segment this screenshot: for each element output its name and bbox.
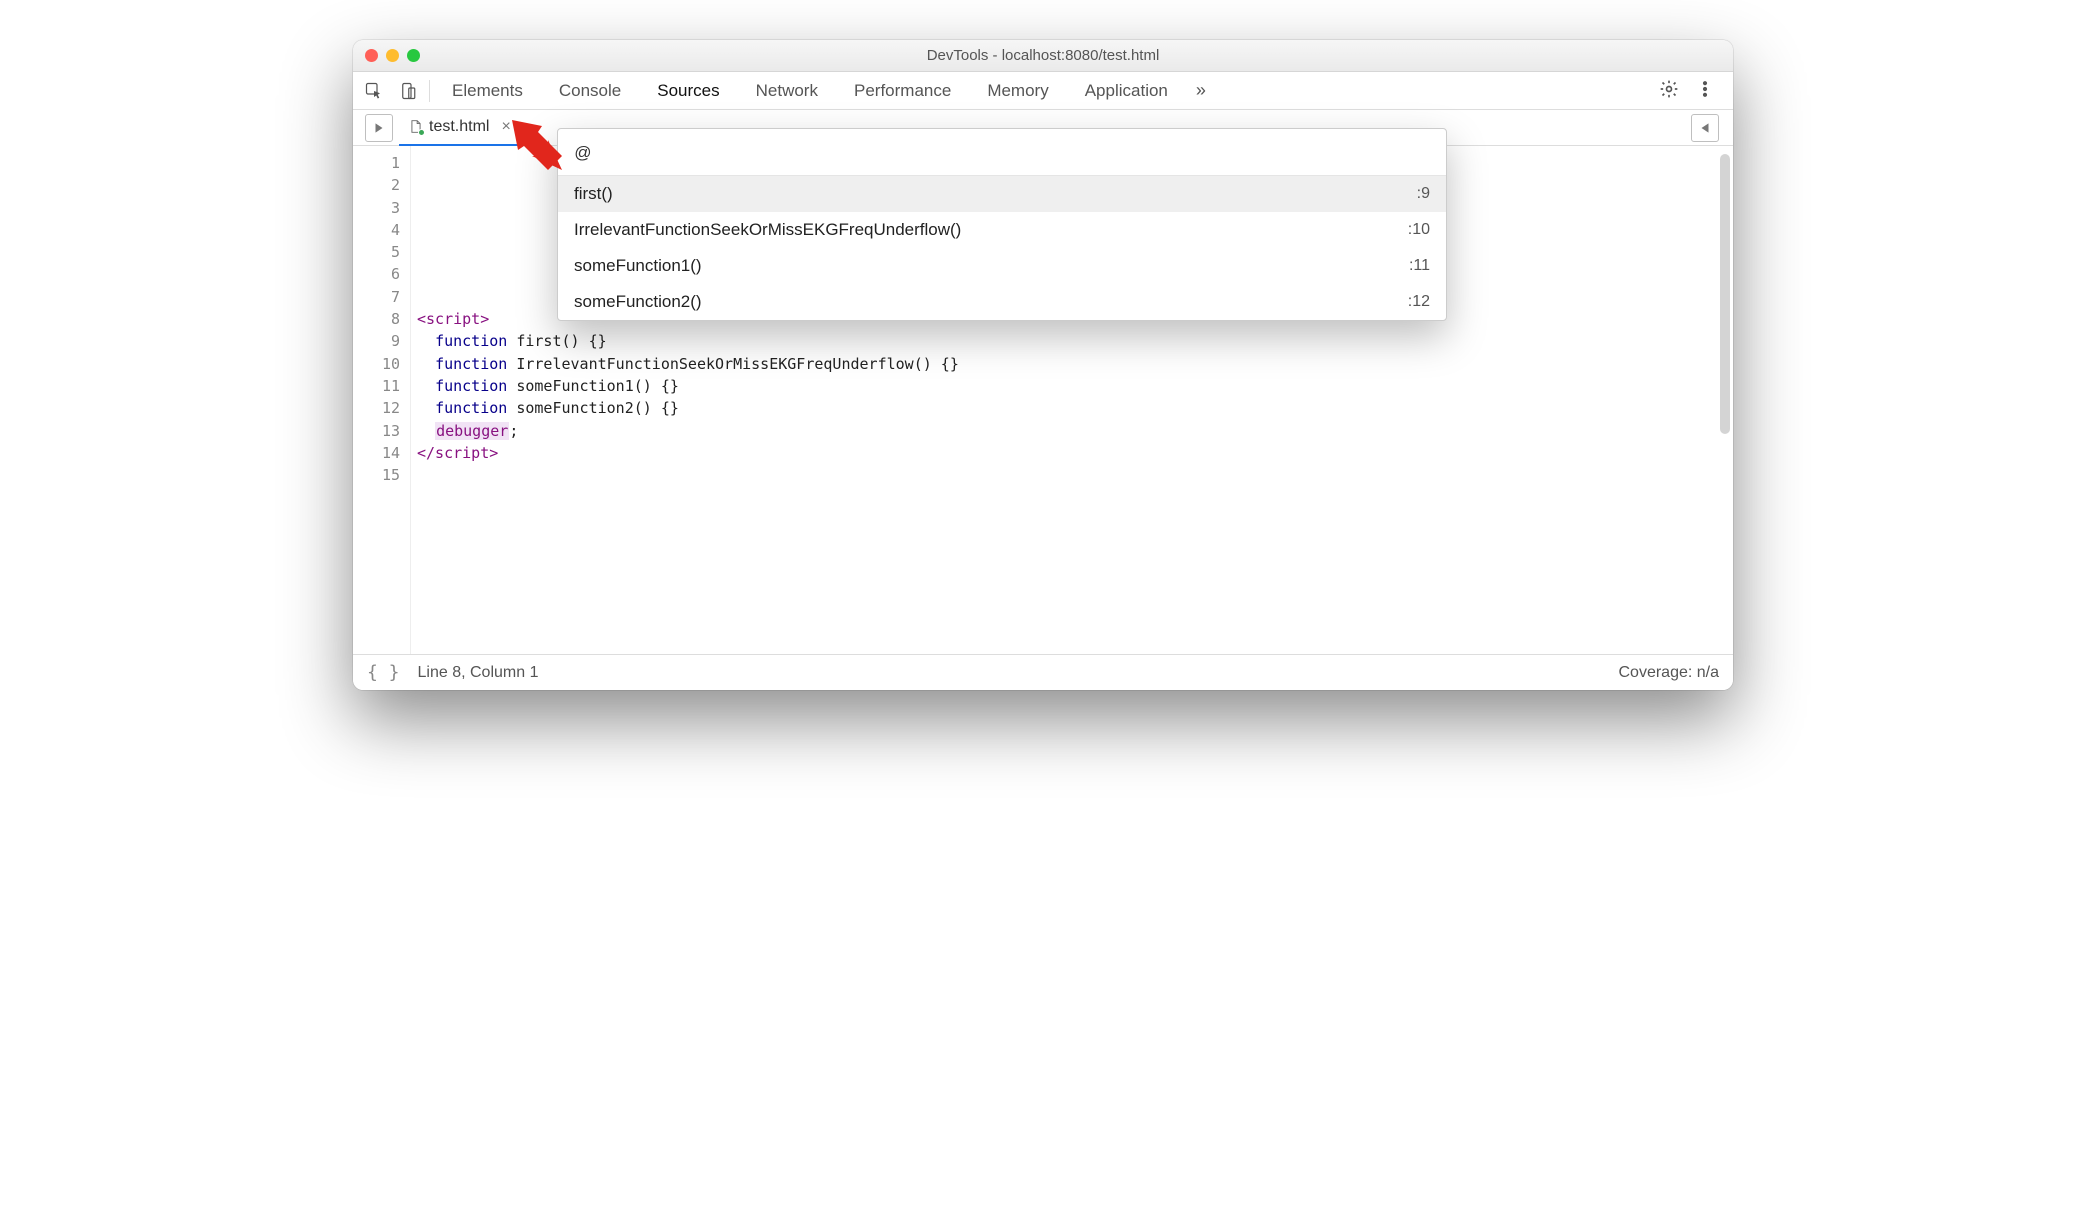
line-gutter: 123456789101112131415 [353,146,411,654]
coverage-status: Coverage: n/a [1618,664,1719,682]
pretty-print-icon[interactable]: { } [367,662,400,683]
quick-open-item-location: :12 [1408,293,1430,311]
navigator-toggle-icon[interactable] [365,114,393,142]
tab-memory[interactable]: Memory [969,72,1066,110]
inspect-element-icon[interactable] [357,72,391,110]
quick-open-item-location: :9 [1417,185,1430,203]
quick-open-item-location: :11 [1409,257,1430,275]
quick-open-item[interactable]: first() :9 [558,176,1446,212]
file-tab-label: test.html [429,118,489,136]
separator [429,80,430,102]
settings-icon[interactable] [1659,79,1679,102]
tab-network[interactable]: Network [738,72,836,110]
more-tabs-icon[interactable]: » [1196,80,1206,101]
quick-open-input[interactable]: @ [558,129,1446,176]
minimize-window-button[interactable] [386,49,399,62]
quick-open-item-location: :10 [1408,221,1430,239]
devtools-tabbar: ElementsConsoleSourcesNetworkPerformance… [353,72,1733,110]
window-title: DevTools - localhost:8080/test.html [353,47,1733,64]
close-window-button[interactable] [365,49,378,62]
quick-open-popover: @ first() :9 IrrelevantFunctionSeekOrMissE… [557,128,1447,321]
tab-elements[interactable]: Elements [434,72,541,110]
quick-open-item-label: IrrelevantFunctionSeekOrMissEKGFreqUnder… [574,220,961,240]
devtools-window: DevTools - localhost:8080/test.html Elem… [353,40,1733,690]
tab-performance[interactable]: Performance [836,72,969,110]
traffic-lights [353,49,420,62]
quick-open-item[interactable]: someFunction1() :11 [558,248,1446,284]
device-toolbar-icon[interactable] [391,72,425,110]
quick-open-item[interactable]: someFunction2() :12 [558,284,1446,320]
debugger-pane-toggle-icon[interactable] [1691,114,1719,142]
quick-open-item[interactable]: IrrelevantFunctionSeekOrMissEKGFreqUnder… [558,212,1446,248]
quick-open-results: first() :9 IrrelevantFunctionSeekOrMissEKG… [558,176,1446,320]
quick-open-item-label: someFunction2() [574,292,702,312]
zoom-window-button[interactable] [407,49,420,62]
tab-application[interactable]: Application [1067,72,1186,110]
cursor-position: Line 8, Column 1 [418,664,539,682]
scrollbar-thumb[interactable] [1720,154,1730,434]
tab-console[interactable]: Console [541,72,639,110]
kebab-menu-icon[interactable] [1695,79,1715,102]
titlebar: DevTools - localhost:8080/test.html [353,40,1733,72]
tab-sources[interactable]: Sources [639,72,737,110]
quick-open-item-label: someFunction1() [574,256,702,276]
file-icon [409,119,423,134]
quick-open-item-label: first() [574,184,613,204]
status-bar: { } Line 8, Column 1 Coverage: n/a [353,654,1733,690]
annotation-arrow-icon [508,116,568,179]
file-tab-test-html[interactable]: test.html × [399,110,521,146]
